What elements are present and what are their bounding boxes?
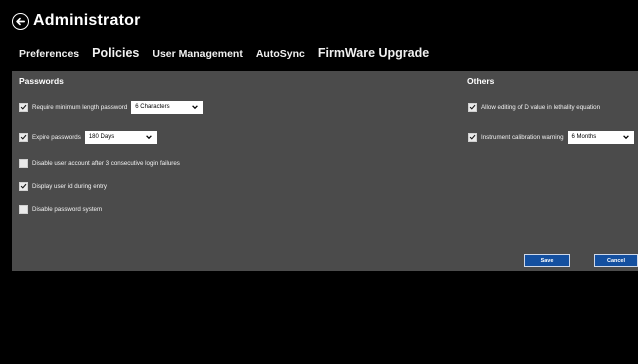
disable-password-system-row: Disable password system <box>19 201 102 217</box>
tab-policies[interactable]: Policies <box>92 46 139 60</box>
min-length-select-value: 6 Characters <box>135 104 170 110</box>
calibration-warning-select-value: 6 Months <box>571 134 597 140</box>
tab-autosync[interactable]: AutoSync <box>256 48 305 60</box>
min-length-label: Require minimum length password <box>32 103 128 111</box>
disable-after-failures-row: Disable user account after 3 consecutive… <box>19 155 180 171</box>
title-bar: Administrator Preferences Policies User … <box>0 0 638 66</box>
app-title: Administrator <box>33 12 141 29</box>
disable-password-system-checkbox[interactable] <box>19 204 28 214</box>
back-arrow-glyph <box>16 17 25 26</box>
cancel-button[interactable]: Cancel <box>594 254 638 267</box>
min-length-select[interactable]: 6 Characters <box>131 100 204 114</box>
checkmark-icon <box>469 134 476 140</box>
disable-after-failures-label: Disable user account after 3 consecutive… <box>32 159 180 167</box>
checkmark-icon <box>469 104 476 110</box>
checkmark-icon <box>20 104 27 110</box>
display-user-id-checkbox[interactable] <box>19 181 28 191</box>
display-user-id-row: Display user id during entry <box>19 178 107 194</box>
expire-select[interactable]: 180 Days <box>84 130 157 144</box>
tab-preferences[interactable]: Preferences <box>19 48 79 60</box>
calibration-warning-row: Instrument calibration warning 6 Months <box>468 129 634 145</box>
calibration-warning-checkbox[interactable] <box>468 132 477 142</box>
display-user-id-label: Display user id during entry <box>32 182 107 190</box>
min-length-row: Require minimum length password 6 Charac… <box>19 99 204 115</box>
chevron-down-icon <box>622 135 629 140</box>
expire-select-value: 180 Days <box>88 134 115 140</box>
back-arrow-icon[interactable] <box>12 13 29 30</box>
chevron-down-icon <box>192 105 199 110</box>
checkmark-icon <box>20 183 27 189</box>
allow-d-value-row: Allow editing of D value in lethality eq… <box>468 99 600 115</box>
tab-firmware-upgrade[interactable]: FirmWare Upgrade <box>318 46 429 60</box>
tab-bar: Preferences Policies User Management Aut… <box>19 46 442 64</box>
expire-row: Expire passwords 180 Days <box>19 129 157 145</box>
chevron-down-icon <box>145 135 152 140</box>
calibration-warning-label: Instrument calibration warning <box>481 133 564 141</box>
disable-password-system-label: Disable password system <box>32 205 103 213</box>
passwords-section-title: Passwords <box>19 76 64 86</box>
calibration-warning-select[interactable]: 6 Months <box>567 130 634 144</box>
others-section-title: Others <box>467 76 495 86</box>
expire-checkbox[interactable] <box>19 132 28 142</box>
min-length-checkbox[interactable] <box>19 102 28 112</box>
policies-panel: Passwords Others Require minimum length … <box>12 71 638 271</box>
save-button[interactable]: Save <box>524 254 570 267</box>
disable-after-failures-checkbox[interactable] <box>19 158 28 168</box>
allow-d-value-checkbox[interactable] <box>468 102 477 112</box>
allow-d-value-label: Allow editing of D value in lethality eq… <box>481 103 601 111</box>
expire-label: Expire passwords <box>32 133 81 141</box>
tab-user-management[interactable]: User Management <box>152 48 242 60</box>
checkmark-icon <box>20 134 27 140</box>
